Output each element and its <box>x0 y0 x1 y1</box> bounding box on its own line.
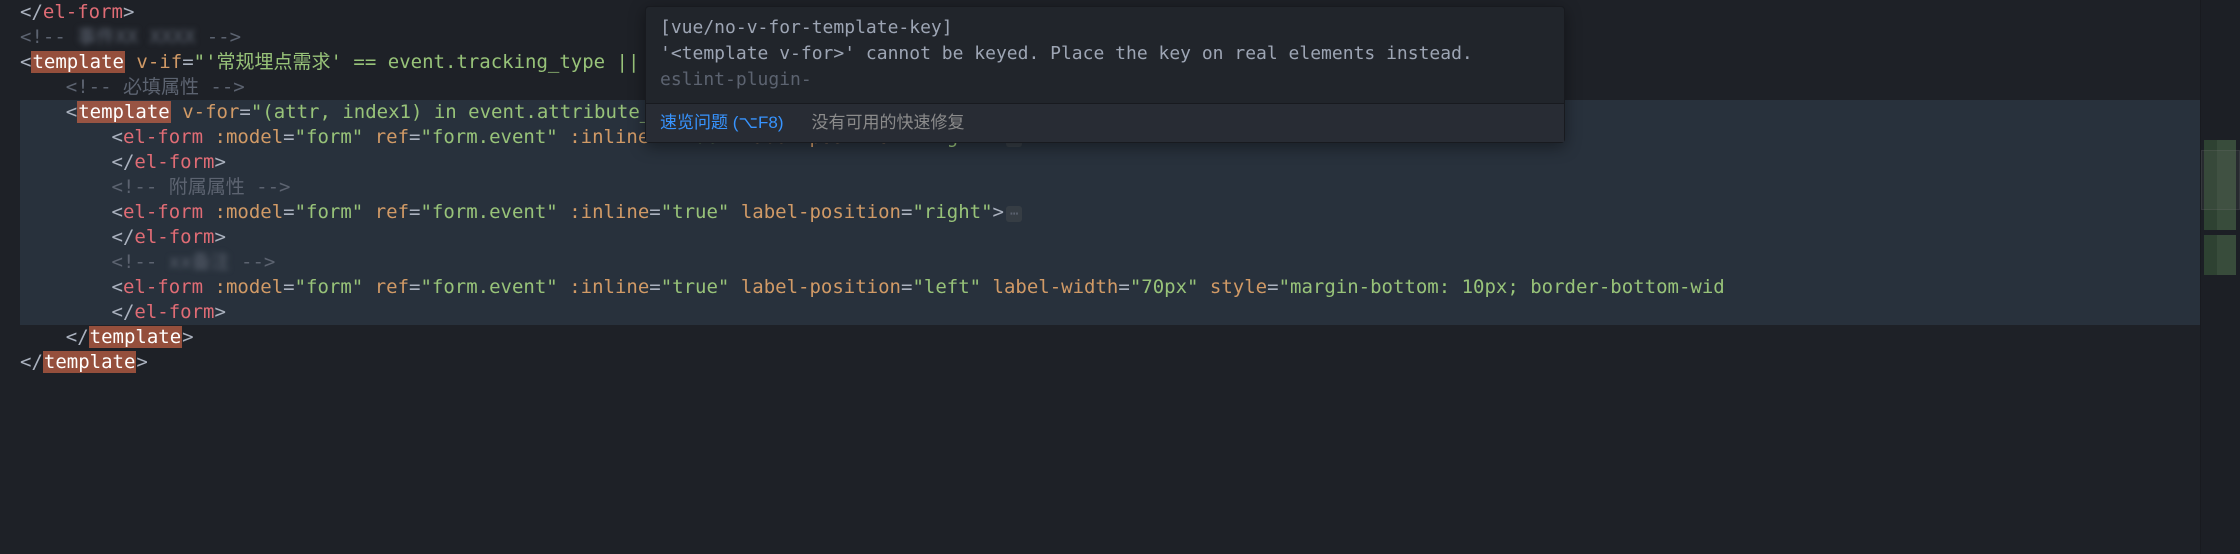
problem-hover-tooltip: [vue/no-v-for-template-key] '<template v… <box>645 6 1565 143</box>
code-line[interactable]: </el-form> <box>20 225 2240 250</box>
tooltip-rule-id: [vue/no-v-for-template-key] <box>660 15 1550 41</box>
code-line[interactable]: <!-- xx备注 --> <box>20 250 2240 275</box>
code-line[interactable]: </template> <box>20 350 2240 375</box>
fold-marker-icon[interactable]: ⋯ <box>1006 206 1022 222</box>
code-line[interactable]: <el-form :model="form" ref="form.event" … <box>20 275 2240 300</box>
tooltip-body: [vue/no-v-for-template-key] '<template v… <box>646 7 1564 103</box>
minimap-viewport[interactable] <box>2201 150 2240 210</box>
minimap[interactable] <box>2200 0 2240 554</box>
peek-problem-link[interactable]: 速览问题 (⌥F8) <box>660 110 783 136</box>
code-line[interactable]: <el-form :model="form" ref="form.event" … <box>20 200 2240 225</box>
code-line[interactable]: </el-form> <box>20 150 2240 175</box>
code-line[interactable]: <!-- 附属属性 --> <box>20 175 2240 200</box>
code-line[interactable]: </el-form> <box>20 300 2240 325</box>
tooltip-message: '<template v-for>' cannot be keyed. Plac… <box>660 43 1473 64</box>
code-line[interactable]: </template> <box>20 325 2240 350</box>
no-quickfix-label: 没有可用的快速修复 <box>811 110 964 136</box>
tooltip-actions: 速览问题 (⌥F8) 没有可用的快速修复 <box>646 103 1564 142</box>
